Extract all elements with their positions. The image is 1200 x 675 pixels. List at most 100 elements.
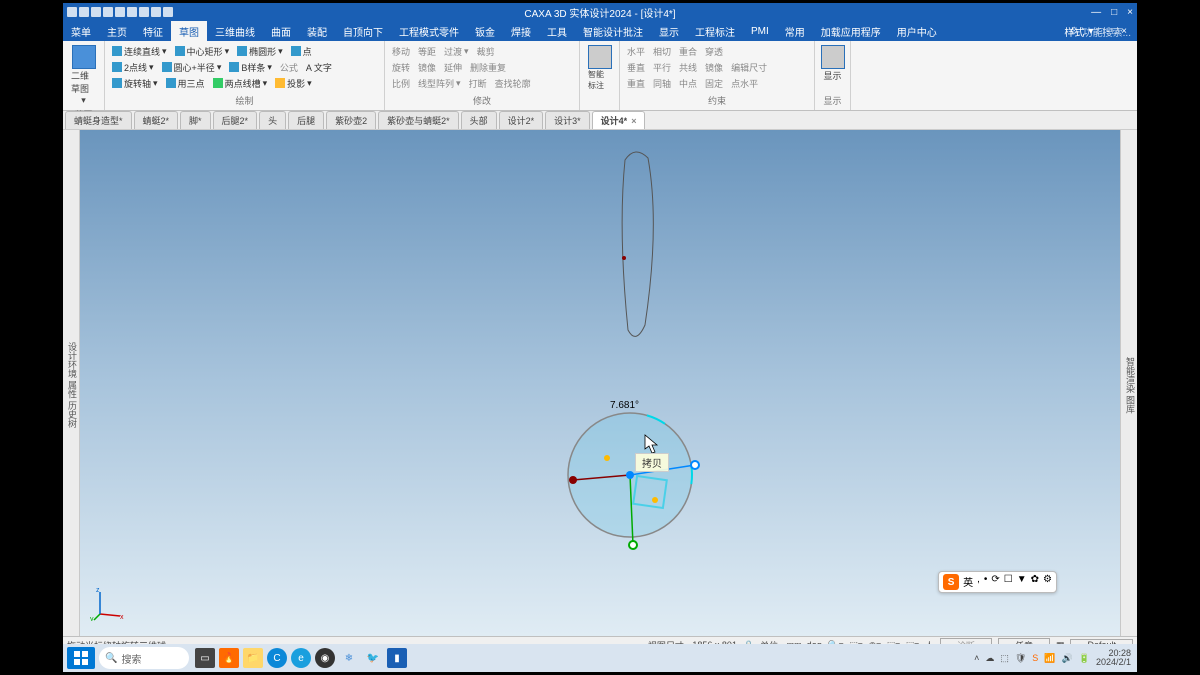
menu-item-tools[interactable]: 工具	[539, 21, 575, 41]
concentric-button[interactable]: 同轴	[650, 77, 674, 90]
center-rect-button[interactable]: 中心矩形▾	[172, 45, 233, 58]
qat-icon[interactable]	[67, 7, 77, 17]
ime-keyboard-icon[interactable]: ☐	[1004, 574, 1013, 590]
right-rail[interactable]: 智能渲染 图库	[1120, 130, 1137, 636]
edge-icon[interactable]: C	[267, 648, 287, 668]
edge2-icon[interactable]: e	[291, 648, 311, 668]
battery-icon[interactable]: 🔋	[1079, 653, 1090, 664]
maximize-button[interactable]: □	[1111, 7, 1117, 18]
editdim-button[interactable]: 编辑尺寸	[728, 61, 770, 74]
coincident-button[interactable]: 重合	[676, 45, 700, 58]
menu-item-pmi[interactable]: PMI	[743, 21, 777, 41]
2point-line-button[interactable]: 2点线▾	[109, 61, 157, 74]
tray-icon[interactable]: 🛡	[1015, 653, 1026, 664]
fillet-button[interactable]: 过渡▾	[441, 45, 472, 58]
sketch2d-button[interactable]: 二维草图 ▾	[67, 43, 100, 108]
explorer-icon[interactable]: 📁	[243, 648, 263, 668]
qat-icon[interactable]	[139, 7, 149, 17]
ime-toolbar[interactable]: S 英 , • ⟳ ☐ ▼ ✿ ⚙	[938, 571, 1057, 593]
menu-item-engpart[interactable]: 工程模式零件	[391, 21, 467, 41]
menu-item-smartannot[interactable]: 智能设计批注	[575, 21, 651, 41]
mirror-constraint-button[interactable]: 镜像	[702, 61, 726, 74]
close-icon[interactable]: ×	[631, 116, 636, 126]
left-rail[interactable]: 设计环境 属性 历史树	[63, 130, 80, 636]
rotation-axis-button[interactable]: 旋转轴▾	[109, 77, 161, 90]
rotate-button[interactable]: 旋转	[389, 61, 413, 74]
doc-tab[interactable]: 头部	[461, 111, 497, 129]
caxa-icon[interactable]: ▮	[387, 648, 407, 668]
cloud-icon[interactable]: ☁	[985, 653, 994, 664]
tangent-button[interactable]: 相切	[650, 45, 674, 58]
text-button[interactable]: A 文字	[303, 61, 335, 74]
break-button[interactable]: 打断	[466, 77, 490, 90]
app-icon[interactable]: 🔥	[219, 648, 239, 668]
menu-item-menu[interactable]: 菜单	[63, 21, 99, 41]
tray-icon[interactable]: ⬚	[1000, 653, 1009, 664]
3point-button[interactable]: 用三点	[163, 77, 208, 90]
qat-icon[interactable]	[151, 7, 161, 17]
qat-icon[interactable]	[79, 7, 89, 17]
doc-tab[interactable]: 蜻蜓身造型*	[65, 111, 132, 129]
minimize-button[interactable]: —	[1091, 7, 1101, 18]
findcontour-button[interactable]: 查找轮廓	[492, 77, 534, 90]
spline-button[interactable]: B样条▾	[226, 61, 275, 74]
app-icon[interactable]: 🐦	[363, 648, 383, 668]
menu-item-apps[interactable]: 加载应用程序	[813, 21, 889, 41]
ime-lang[interactable]: 英	[963, 574, 973, 590]
start-button[interactable]	[67, 647, 95, 669]
viewport-3d[interactable]: 7.681° 拷贝 x y z	[80, 130, 1120, 636]
menu-item-sheetmetal[interactable]: 钣金	[467, 21, 503, 41]
deldup-button[interactable]: 删除重复	[467, 61, 509, 74]
app-icon[interactable]: ❄	[339, 648, 359, 668]
qat-icon[interactable]	[91, 7, 101, 17]
ime-dropdown-icon[interactable]: ▼	[1017, 574, 1027, 590]
doc-tab[interactable]: 后腿	[288, 111, 324, 129]
menu-item-weld[interactable]: 焊接	[503, 21, 539, 41]
menu-item-home[interactable]: 主页	[99, 21, 135, 41]
menu-item-common[interactable]: 常用	[777, 21, 813, 41]
horizontal-button[interactable]: 水平	[624, 45, 648, 58]
doc-tab[interactable]: 设计2*	[499, 111, 544, 129]
trim-button[interactable]: 裁剪	[474, 45, 498, 58]
doc-tab[interactable]: 后腿2*	[213, 111, 258, 129]
doc-tab[interactable]: 脚*	[180, 111, 211, 129]
ime-logo-icon[interactable]: S	[943, 574, 959, 590]
parallel-button[interactable]: 平行	[650, 61, 674, 74]
qat-icon[interactable]	[103, 7, 113, 17]
point-button[interactable]: 点	[288, 45, 315, 58]
menu-item-feature[interactable]: 特征	[135, 21, 171, 41]
close-button[interactable]: ×	[1127, 7, 1133, 18]
style-selector[interactable]: 样式 ▾ □ - □ ×	[1064, 24, 1127, 39]
continuous-line-button[interactable]: 连续直线▾	[109, 45, 170, 58]
move-button[interactable]: 移动	[389, 45, 413, 58]
menu-item-surface[interactable]: 曲面	[263, 21, 299, 41]
qat-icon[interactable]	[127, 7, 137, 17]
tray-chevron-icon[interactable]: ˄	[974, 653, 979, 663]
menu-item-assembly[interactable]: 装配	[299, 21, 335, 41]
collinear-button[interactable]: 共线	[676, 61, 700, 74]
doc-tab[interactable]: 头	[259, 111, 286, 129]
circle-cr-button[interactable]: 圆心+半径▾	[159, 61, 225, 74]
doc-tab-active[interactable]: 设计4*×	[592, 111, 646, 129]
model-canvas[interactable]	[80, 130, 1120, 636]
ellipse-button[interactable]: 椭圆形▾	[234, 45, 286, 58]
volume-icon[interactable]: 🔊	[1062, 653, 1073, 664]
slot-button[interactable]: 两点线槽▾	[210, 77, 271, 90]
mirror-button[interactable]: 镜像	[415, 61, 439, 74]
doc-tab[interactable]: 紫砂壶与蜻蜓2*	[378, 111, 459, 129]
taskbar-search[interactable]: 🔍 搜索	[99, 647, 189, 669]
menu-item-topdown[interactable]: 自顶向下	[335, 21, 391, 41]
pattern-button[interactable]: 线型阵列▾	[415, 77, 464, 90]
pierce-button[interactable]: 穿透	[702, 45, 726, 58]
extend-button[interactable]: 延伸	[441, 61, 465, 74]
ime-punct[interactable]: ,	[977, 574, 980, 590]
formula-button[interactable]: 公式	[277, 61, 301, 74]
smart-dim-button[interactable]: 智能标注	[584, 43, 615, 93]
ime-settings-icon[interactable]: ⚙	[1043, 574, 1052, 590]
scale-button[interactable]: 比例	[389, 77, 413, 90]
offset-button[interactable]: 等距	[415, 45, 439, 58]
doc-tab[interactable]: 设计3*	[545, 111, 590, 129]
ime-skin-icon[interactable]: ✿	[1031, 574, 1039, 590]
taskbar-clock[interactable]: 20:28 2024/2/1	[1096, 649, 1131, 667]
ime-mic-icon[interactable]: •	[984, 574, 988, 590]
